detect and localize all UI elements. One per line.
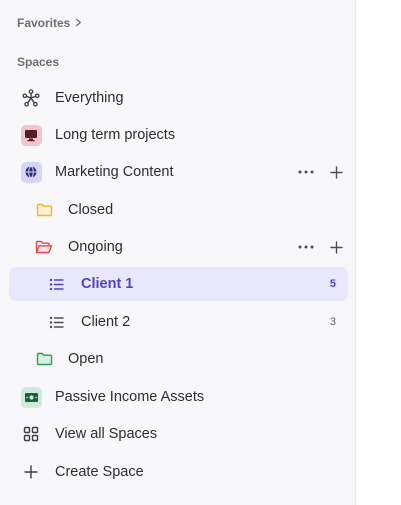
sidebar-item-everything[interactable]: Everything — [9, 81, 348, 115]
everything-icon — [20, 87, 42, 109]
sidebar-item-label: Ongoing — [68, 239, 123, 255]
folder-icon — [33, 199, 55, 221]
sidebar-item-label: Open — [68, 351, 104, 367]
row-actions — [298, 164, 344, 180]
sidebar-item-client-1[interactable]: Client 1 5 — [9, 267, 348, 301]
main-content-area — [357, 0, 401, 505]
sidebar-item-label: Marketing Content — [55, 164, 174, 180]
folder-open-icon — [33, 236, 55, 258]
money-icon — [20, 386, 42, 408]
sidebar-item-label: Passive Income Assets — [55, 389, 205, 405]
create-space-button[interactable]: Create Space — [9, 455, 348, 489]
task-count: 5 — [329, 278, 336, 290]
add-icon[interactable] — [328, 239, 344, 255]
sidebar-item-ongoing[interactable]: Ongoing — [9, 230, 348, 264]
more-options-icon[interactable] — [298, 239, 314, 255]
sidebar-item-passive-income-assets[interactable]: Passive Income Assets — [9, 380, 348, 414]
space-avatar — [20, 124, 42, 146]
favorites-header[interactable]: Favorites — [17, 16, 83, 30]
sidebar-item-marketing-content[interactable]: Marketing Content — [9, 155, 348, 189]
task-count: 3 — [329, 316, 336, 328]
chevron-right-icon — [74, 16, 83, 30]
monitor-icon — [20, 124, 42, 146]
folder-icon — [33, 348, 55, 370]
space-avatar — [20, 161, 42, 183]
add-icon[interactable] — [328, 164, 344, 180]
sidebar-item-label: Everything — [55, 90, 124, 106]
favorites-label: Favorites — [17, 16, 71, 30]
sidebar-item-label: Closed — [68, 202, 114, 218]
list-icon — [46, 273, 68, 295]
sidebar-item-label: Client 2 — [81, 314, 131, 330]
sidebar-item-client-2[interactable]: Client 2 3 — [9, 305, 348, 339]
sidebar-item-open[interactable]: Open — [9, 342, 348, 376]
space-avatar — [20, 386, 42, 408]
grid-icon — [20, 423, 42, 445]
spaces-label: Spaces — [17, 55, 60, 69]
view-all-spaces-button[interactable]: View all Spaces — [9, 417, 348, 451]
more-options-icon[interactable] — [298, 164, 314, 180]
sidebar-item-label: View all Spaces — [55, 426, 158, 442]
plus-icon — [20, 461, 42, 483]
sidebar-item-label: Client 1 — [81, 276, 134, 292]
sidebar-item-label: Create Space — [55, 464, 144, 480]
list-icon — [46, 311, 68, 333]
sidebar: Favorites Spaces Everything Long term pr… — [0, 0, 356, 505]
spaces-header: Spaces — [17, 55, 59, 69]
globe-icon — [20, 161, 42, 183]
row-actions — [298, 239, 344, 255]
sidebar-item-label: Long term projects — [55, 127, 176, 143]
sidebar-item-long-term-projects[interactable]: Long term projects — [9, 118, 348, 152]
sidebar-item-closed[interactable]: Closed — [9, 193, 348, 227]
